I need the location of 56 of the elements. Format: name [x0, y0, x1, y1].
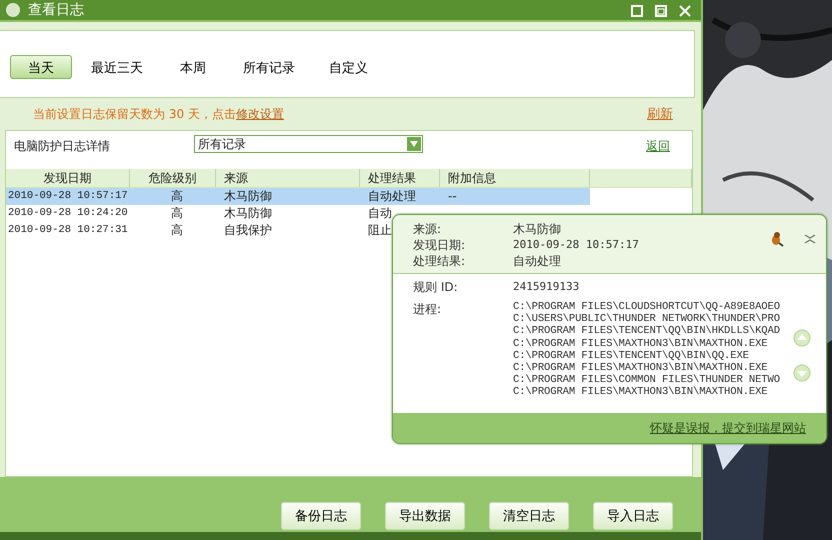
table-cell: 自动处理 [368, 189, 416, 203]
action-button[interactable]: 导入日志 [593, 502, 673, 530]
maximize-icon[interactable] [655, 5, 667, 17]
field-value: 2010-09-28 10:57:17 [513, 237, 639, 253]
column-header: 发现日期 [6, 169, 130, 187]
minimize-icon[interactable] [631, 5, 643, 17]
table-cell: -- [448, 189, 457, 203]
table-cell: 自动 [368, 206, 392, 220]
table-cell: 高 [171, 189, 183, 203]
action-button[interactable]: 备份日志 [281, 502, 361, 530]
field-label: 进程: [413, 301, 442, 318]
filter-tab[interactable]: 本周 [162, 55, 224, 79]
table-cell: 2010-09-28 10:57:17 [8, 190, 128, 202]
window-title: 查看日志 [28, 2, 84, 18]
filter-tab[interactable]: 自定义 [314, 55, 383, 79]
column-header: 危险级别 [130, 169, 216, 187]
filter-tab[interactable]: 当天 [10, 55, 72, 79]
process-path: C:\PROGRAM FILES\MAXTHON3\BIN\MAXTHON.EXE [513, 338, 768, 350]
action-button[interactable]: 清空日志 [489, 502, 569, 530]
close-icon[interactable] [679, 5, 691, 17]
table-cell: 2010-09-28 10:24:20 [8, 207, 128, 219]
table-cell: 木马防御 [224, 206, 272, 220]
process-path: C:\PROGRAM FILES\TENCENT\QQ\BIN\QQ.EXE [513, 350, 750, 362]
collapse-icon[interactable] [804, 234, 816, 244]
process-path: C:\USERS\PUBLIC\THUNDER NETWORK\THUNDER\PRO [513, 313, 781, 326]
table-cell: 2010-09-28 10:27:31 [8, 224, 128, 236]
process-path: C:\PROGRAM FILES\MAXTHON3\BIN\MAXTHON.EXE [513, 362, 768, 374]
field-value: 木马防御 [513, 221, 561, 237]
table-cell: 自我保护 [224, 223, 272, 237]
column-header: 来源 [216, 169, 360, 187]
retention-notice: 当前设置日志保留天数为 30 天，点击修改设置 [33, 106, 284, 122]
field-label: 发现日期: [413, 237, 466, 253]
field-value: 自动处理 [513, 253, 561, 269]
process-path: C:\PROGRAM FILES\TENCENT\QQ\BIN\HKDLLS\KQAD [513, 325, 781, 338]
filter-dropdown[interactable]: 所有记录 [194, 135, 423, 153]
table-cell: 阻止 [368, 223, 392, 237]
column-header: 处理结果 [360, 169, 440, 187]
field-label: 处理结果: [413, 253, 466, 269]
selected-row[interactable]: 2010-09-28 10:57:17 高 木马防御 自动处理 -- [6, 188, 692, 205]
settings-link[interactable]: 修改设置 [236, 106, 284, 120]
field-value: 2415919133 [513, 279, 580, 295]
column-header: 附加信息 [440, 169, 590, 187]
panel-title: 电脑防护日志详情 [13, 138, 111, 155]
field-label: 来源: [413, 221, 442, 237]
filter-tab[interactable]: 最近三天 [76, 55, 158, 79]
table-cell: 高 [171, 223, 183, 237]
back-link[interactable]: 返回 [646, 138, 670, 155]
table-cell: 高 [171, 206, 183, 220]
action-button[interactable]: 导出数据 [385, 502, 465, 530]
bird-icon[interactable] [770, 231, 784, 247]
field-label: 规则 ID: [413, 279, 459, 295]
process-path: C:\PROGRAM FILES\CLOUDSHORTCUT\QQ-A89E8AOEO [513, 301, 781, 313]
process-path: C:\PROGRAM FILES\COMMON FILES\THUNDER NETWO [513, 374, 781, 386]
filter-tab[interactable]: 所有记录 [228, 55, 310, 79]
process-path: C:\PROGRAM FILES\MAXTHON3\BIN\MAXTHON.EXE [513, 386, 768, 399]
table-cell: 木马防御 [224, 189, 272, 203]
